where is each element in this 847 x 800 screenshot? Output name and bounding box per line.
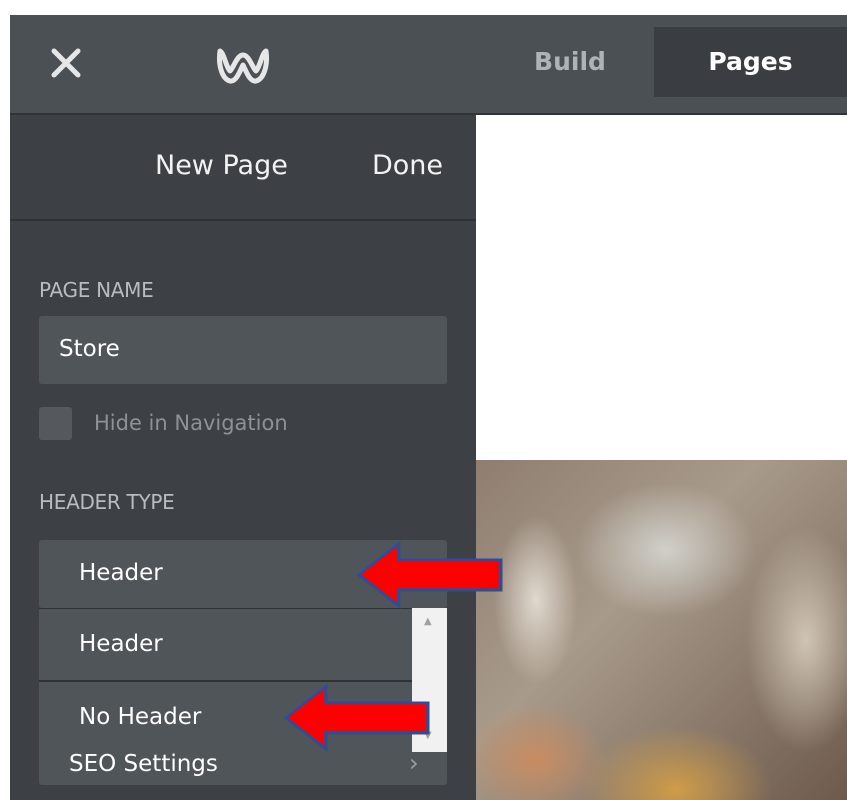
option-header-label: Header [79, 631, 163, 657]
page-name-value: Store [59, 336, 120, 362]
weebly-logo-icon[interactable] [216, 45, 270, 87]
page-preview [476, 115, 847, 800]
page-name-input[interactable]: Store [39, 316, 447, 384]
chevron-right-icon: › [409, 749, 419, 777]
hide-in-navigation-label: Hide in Navigation [94, 411, 288, 435]
header-type-selected-value: Header [79, 560, 163, 586]
hide-in-navigation-checkbox[interactable] [39, 407, 72, 440]
editor-window: Build Pages New Page Done PAGE NAME Stor… [10, 15, 847, 800]
top-bar: Build Pages [10, 15, 847, 115]
close-icon[interactable] [48, 45, 84, 81]
tab-pages[interactable]: Pages [654, 27, 847, 97]
page-name-label: PAGE NAME [39, 278, 154, 302]
header-photo [476, 460, 847, 800]
new-page-button[interactable]: New Page [155, 150, 288, 181]
done-button[interactable]: Done [372, 150, 443, 181]
divider [10, 219, 476, 221]
option-header[interactable]: Header [39, 608, 412, 679]
scroll-up-icon[interactable]: ▲ [424, 616, 432, 627]
seo-settings-label: SEO Settings [69, 751, 218, 777]
annotation-arrow-icon [356, 540, 503, 610]
annotation-arrow-icon [283, 683, 430, 753]
tab-build[interactable]: Build [510, 27, 630, 97]
option-no-header-label: No Header [79, 704, 202, 730]
header-type-label: HEADER TYPE [39, 490, 175, 514]
